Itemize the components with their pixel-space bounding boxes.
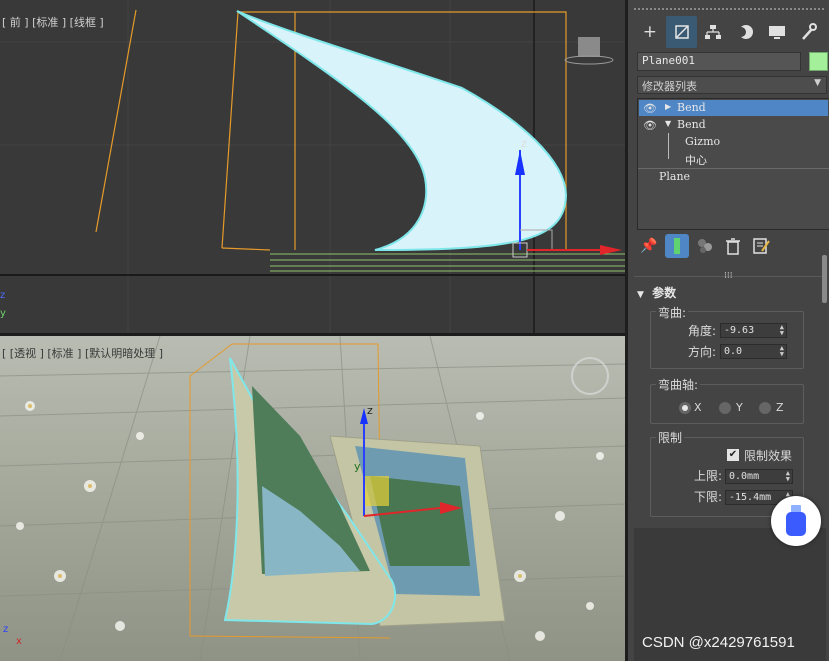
modifier-list-dropdown[interactable]: 修改器列表 ▼ bbox=[637, 76, 827, 94]
motion-icon bbox=[735, 25, 753, 39]
axis-y-label: Y bbox=[736, 401, 743, 414]
viewcube-icon bbox=[578, 37, 600, 57]
usb-floating-button[interactable] bbox=[771, 496, 821, 546]
pin-stack-button[interactable]: 📌 bbox=[637, 234, 661, 258]
front-viewport-canvas bbox=[0, 0, 625, 333]
corner-axis-z: z bbox=[0, 290, 6, 301]
viewport-label-front[interactable]: [ 前 ] [标准 ] [线框 ] bbox=[2, 14, 104, 30]
perspective-viewport-canvas bbox=[0, 336, 625, 661]
gizmo-persp-z-label: z bbox=[367, 404, 373, 417]
spinner-arrows-icon[interactable]: ▲▼ bbox=[786, 470, 790, 483]
object-color-swatch[interactable] bbox=[809, 52, 828, 71]
stack-item-bend-2[interactable]: 👁 ▼ Bend bbox=[639, 117, 828, 133]
corner-axis-persp-x: x bbox=[16, 636, 22, 647]
stack-item-bend-1[interactable]: 👁 ▶ Bend bbox=[639, 100, 828, 116]
wrench-icon bbox=[802, 23, 818, 40]
limits-group-label: 限制 bbox=[656, 429, 685, 446]
make-unique-icon bbox=[698, 239, 712, 253]
modify-icon bbox=[674, 25, 689, 39]
expand-arrow-icon[interactable]: ▶ bbox=[665, 102, 671, 111]
watermark-text: CSDN @x2429761591 bbox=[642, 634, 795, 651]
stack-toolbar: 📌 bbox=[637, 234, 773, 258]
direction-value: 0.0 bbox=[724, 346, 743, 357]
usb-drive-icon bbox=[786, 505, 806, 536]
angle-label: 角度: bbox=[687, 324, 716, 338]
remove-modifier-button[interactable] bbox=[721, 234, 745, 258]
lower-limit-label: 下限: bbox=[693, 490, 722, 504]
lower-limit-value: -15.4mm bbox=[729, 492, 772, 503]
viewport-label-persp[interactable]: [ [透视 ] [标准 ] [默认明暗处理 ] bbox=[2, 345, 163, 361]
bend-axis-label: 弯曲轴: bbox=[656, 376, 701, 393]
axis-z-radio[interactable] bbox=[759, 402, 771, 414]
hierarchy-icon bbox=[705, 25, 722, 39]
axis-y-radio[interactable] bbox=[719, 402, 731, 414]
perspective-viewport[interactable]: [ [透视 ] [标准 ] [默认明暗处理 ] z y z x bbox=[0, 336, 625, 661]
rollout-grip[interactable]: ⁞⁞⁞ bbox=[724, 271, 733, 281]
pin-icon: 📌 bbox=[640, 238, 658, 254]
chevron-down-icon: ▼ bbox=[814, 78, 821, 88]
hierarchy-tab[interactable] bbox=[697, 16, 729, 48]
limit-effect-label: 限制效果 bbox=[744, 449, 793, 463]
end-result-icon bbox=[674, 238, 680, 254]
front-viewport[interactable]: [ 前 ] [标准 ] [线框 ] z z y bbox=[0, 0, 625, 336]
spinner-arrows-icon[interactable]: ▲▼ bbox=[780, 345, 784, 358]
angle-spinner[interactable]: -9.63 ▲ ▼ bbox=[720, 323, 787, 338]
command-panel: + Plane001 修改器列表 ▼ 👁 ▶ Bend 👁 ▼ Bend Giz… bbox=[625, 0, 829, 661]
stack-item-center[interactable]: 中心 bbox=[639, 151, 828, 167]
corner-axis-persp-z: z bbox=[3, 624, 9, 635]
eye-icon[interactable]: 👁 bbox=[643, 102, 657, 115]
panel-tabbar: + bbox=[634, 16, 824, 48]
configure-icon bbox=[753, 238, 770, 254]
modifier-stack: 👁 ▶ Bend 👁 ▼ Bend Gizmo 中心 Plane bbox=[637, 98, 829, 230]
stack-item-gizmo[interactable]: Gizmo bbox=[639, 134, 828, 150]
trash-icon bbox=[726, 238, 740, 255]
gizmo-z-label: z bbox=[521, 137, 527, 150]
params-rollout-header[interactable]: ▼ 参数 bbox=[637, 284, 817, 300]
bend-group-label: 弯曲: bbox=[656, 304, 689, 321]
angle-value: -9.63 bbox=[724, 325, 755, 336]
display-icon bbox=[768, 26, 785, 39]
axis-z-label: Z bbox=[776, 401, 784, 414]
panel-scrollbar[interactable] bbox=[822, 255, 827, 303]
upper-limit-label: 上限: bbox=[693, 469, 722, 483]
gizmo-persp-y-label: y bbox=[354, 460, 361, 473]
upper-limit-value: 0.0mm bbox=[729, 471, 760, 482]
modify-tab[interactable] bbox=[665, 16, 698, 48]
limit-effect-checkbox[interactable]: ✔ bbox=[727, 449, 739, 461]
create-icon: + bbox=[642, 22, 657, 42]
collapse-arrow-icon[interactable]: ▼ bbox=[665, 119, 671, 128]
object-name-field[interactable]: Plane001 bbox=[637, 52, 801, 71]
display-tab[interactable] bbox=[761, 16, 793, 48]
motion-tab[interactable] bbox=[729, 16, 761, 48]
direction-spinner[interactable]: 0.0 ▲ ▼ bbox=[720, 344, 787, 359]
params-title: 参数 bbox=[652, 286, 677, 300]
panel-grip[interactable] bbox=[634, 8, 824, 13]
eye-icon[interactable]: 👁 bbox=[643, 119, 657, 132]
utilities-tab[interactable] bbox=[792, 16, 824, 48]
axis-x-label: X bbox=[694, 401, 702, 414]
bent-plane bbox=[236, 10, 568, 251]
direction-label: 方向: bbox=[687, 345, 716, 359]
create-tab[interactable]: + bbox=[634, 16, 666, 48]
spinner-arrows-icon[interactable]: ▲▼ bbox=[780, 324, 784, 337]
show-end-result-button[interactable] bbox=[665, 234, 689, 258]
stack-item-plane[interactable]: Plane bbox=[639, 169, 828, 185]
configure-sets-button[interactable] bbox=[749, 234, 773, 258]
corner-axis-y: y bbox=[0, 308, 6, 319]
rollout-collapse-icon: ▼ bbox=[637, 290, 644, 300]
viewcube-persp-icon bbox=[571, 357, 609, 395]
upper-limit-spinner[interactable]: 0.0mm ▲ ▼ bbox=[725, 469, 793, 484]
axis-x-radio[interactable] bbox=[679, 402, 691, 414]
modifier-list-label: 修改器列表 bbox=[642, 80, 697, 93]
make-unique-button[interactable] bbox=[693, 234, 717, 258]
